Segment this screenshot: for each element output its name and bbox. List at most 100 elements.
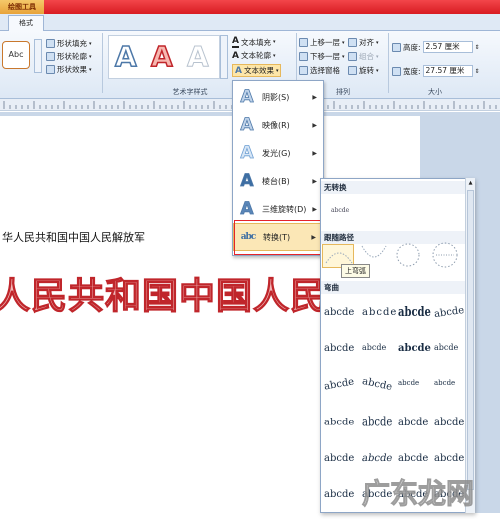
text-outline-button[interactable]: A 文本轮廓 ▾: [232, 50, 275, 61]
shape-style-sample[interactable]: Abc: [2, 41, 30, 69]
menu-item-reflection[interactable]: A 映像(R) ▶: [233, 111, 323, 139]
warp-option[interactable]: abcde: [323, 307, 357, 337]
tooltip: 上弯弧: [341, 264, 370, 278]
warp-option[interactable]: abcde: [323, 376, 357, 409]
body-text-line[interactable]: 华人民共和国中国人民解放军: [2, 229, 145, 245]
text-effect-icon: A: [235, 65, 242, 76]
wordart-group-label: 艺术字样式: [172, 88, 208, 96]
wordart-style-red[interactable]: A: [150, 42, 173, 72]
arch-down-option[interactable]: [360, 242, 388, 266]
circle-option[interactable]: [394, 240, 422, 270]
warp-sample-text: abcde: [324, 418, 355, 427]
warp-sample-text: abcde: [398, 305, 431, 320]
no-transform-option[interactable]: abcde: [325, 197, 359, 223]
menu-item-glow[interactable]: A 发光(G) ▶: [233, 139, 323, 167]
warp-sample-text: abcde: [434, 379, 456, 387]
transform-gallery: 无转换 abcde 跟随路径 弯曲 abcde abcde abcde abcde ab…: [320, 178, 475, 513]
warp-sample-text: abcde: [324, 307, 355, 318]
wordart-gallery-scroll[interactable]: [220, 35, 228, 79]
shape-effect-icon: [46, 65, 55, 74]
warp-option[interactable]: abcde: [323, 417, 357, 447]
warp-option[interactable]: abcde: [433, 379, 467, 409]
text-effect-button[interactable]: A 文本效果 ▾: [232, 64, 282, 77]
glow-icon: A: [240, 143, 254, 164]
warp-option[interactable]: abcde: [397, 343, 431, 373]
align-icon: [348, 38, 357, 47]
warp-sample-text: abcde: [398, 343, 431, 354]
warp-sample-text: abcde: [362, 415, 393, 430]
reflection-icon: A: [240, 115, 254, 136]
width-icon: [392, 66, 401, 76]
scroll-thumb[interactable]: [467, 190, 474, 490]
width-row: 宽度: 27.57 厘米 ⇕: [392, 65, 480, 77]
warp-option[interactable]: abcde: [433, 304, 467, 337]
text-fill-button[interactable]: A 文本填充 ▾: [232, 36, 275, 48]
align-button[interactable]: 对齐 ▾: [348, 37, 379, 48]
warp-sample-text: abcde: [361, 453, 394, 464]
arch-down-preview-icon: [361, 245, 387, 258]
menu-item-shadow[interactable]: A 阴影(S) ▶: [233, 83, 323, 111]
text-outline-icon: A: [232, 50, 239, 61]
warp-sample-text: abcde: [324, 489, 355, 500]
shape-fill-button[interactable]: 形状填充 ▾: [46, 38, 92, 49]
warp-option[interactable]: abcde: [361, 375, 395, 409]
menu-item-3d-rotation[interactable]: A 三维旋转(D) ▶: [233, 195, 323, 223]
warp-sample-text: abcde: [434, 343, 459, 352]
title-bar: [0, 0, 500, 14]
warp-option[interactable]: abcde: [397, 417, 431, 447]
tab-format[interactable]: 格式: [8, 15, 44, 32]
height-icon: [392, 42, 401, 52]
warp-option[interactable]: abcde: [323, 343, 357, 373]
wordart-style-outline-blue[interactable]: A: [114, 42, 137, 72]
watermark: 广东龙网: [361, 477, 475, 511]
warp-option[interactable]: abcde: [323, 453, 357, 483]
button-preview-icon: [432, 242, 458, 268]
submenu-arrow-icon: ▶: [312, 121, 317, 129]
width-spinner[interactable]: ⇕: [475, 68, 480, 75]
annotation-highlight-box: [234, 220, 328, 255]
wordart-gallery: A A A: [108, 35, 220, 79]
wordart-style-plain[interactable]: A: [187, 42, 210, 71]
warp-option[interactable]: abcde: [433, 343, 467, 373]
warp-option[interactable]: abcde: [433, 417, 467, 447]
height-spinner[interactable]: ⇕: [475, 44, 480, 51]
warp-sample-text: abcde: [398, 417, 429, 428]
3d-rotation-icon: A: [240, 199, 254, 220]
width-input[interactable]: 27.57 厘米: [422, 65, 473, 77]
group-button[interactable]: 组合 ▾: [348, 51, 379, 62]
warp-sample-text: abcde: [433, 304, 465, 321]
shape-outline-button[interactable]: 形状轮廓 ▾: [46, 51, 92, 62]
rotate-button[interactable]: 旋转 ▾: [348, 65, 379, 76]
shape-style-scroll[interactable]: [34, 39, 42, 73]
height-input[interactable]: 2.57 厘米: [422, 41, 473, 53]
warp-option[interactable]: abcde: [323, 489, 357, 519]
selection-pane-button[interactable]: 选择窗格: [299, 65, 340, 76]
selection-pane-icon: [299, 66, 308, 75]
circle-preview-icon: [396, 243, 420, 267]
warp-option[interactable]: abcde: [361, 415, 395, 447]
warp-sample-text: abcde: [361, 375, 394, 394]
height-row: 高度: 2.57 厘米 ⇕: [392, 41, 480, 53]
shape-outline-icon: [46, 52, 55, 61]
submenu-arrow-icon: ▶: [312, 177, 317, 185]
warp-sample-text: abcde: [398, 453, 429, 464]
warp-option[interactable]: abcde: [397, 379, 431, 409]
scroll-up-arrow-icon[interactable]: ▲: [467, 180, 474, 186]
send-backward-button[interactable]: 下移一层 ▾: [299, 51, 345, 62]
divider: [102, 33, 103, 93]
send-backward-icon: [299, 52, 308, 61]
panel-scrollbar[interactable]: ▲: [465, 178, 475, 513]
drawing-tools-tab[interactable]: 绘图工具: [0, 0, 44, 14]
warp-option[interactable]: abcde: [397, 305, 431, 337]
button-option[interactable]: [430, 240, 460, 270]
warp-sample-text: abcde: [362, 307, 398, 318]
bring-forward-button[interactable]: 上移一层 ▾: [299, 37, 345, 48]
submenu-arrow-icon: ▶: [312, 149, 317, 157]
shape-effect-button[interactable]: 形状效果 ▾: [46, 64, 92, 75]
menu-item-bevel[interactable]: A 棱台(B) ▶: [233, 167, 323, 195]
divider: [388, 33, 389, 93]
warp-option[interactable]: abcde: [361, 343, 395, 373]
warp-sample-text: abcde: [362, 343, 387, 352]
warp-sample-text: abcde: [398, 379, 420, 387]
warp-option[interactable]: abcde: [361, 307, 398, 337]
